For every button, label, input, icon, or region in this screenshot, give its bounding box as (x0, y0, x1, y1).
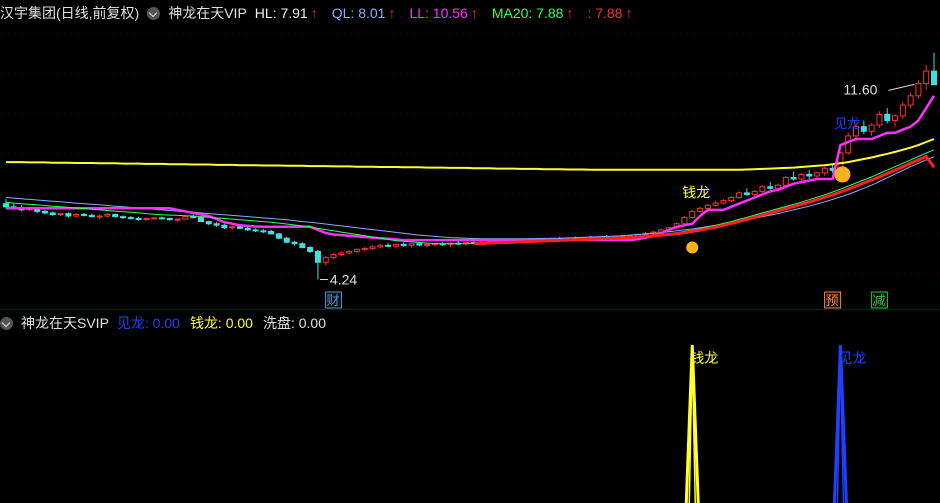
signal-label-qianlong: 钱龙 (682, 186, 710, 202)
candle-body (923, 70, 930, 84)
candle-body (275, 233, 282, 239)
chart-canvas[interactable]: 11.604.24财预减钱龙见龙钱龙 见龙 (0, 0, 940, 503)
spike-label-1: 见龙 (838, 351, 866, 367)
candle-body (283, 237, 290, 243)
candle-body (751, 190, 758, 195)
candle-body (736, 192, 743, 199)
candle-body (385, 244, 392, 247)
candle-body (798, 173, 805, 180)
candle-body (88, 214, 95, 218)
candle-body (268, 230, 275, 235)
candle-body (353, 248, 360, 252)
high-price-label: 11.60 (843, 81, 877, 97)
candle-body (424, 243, 431, 246)
candle-body (845, 135, 852, 154)
candle-body (689, 210, 696, 219)
candle-body (182, 216, 189, 220)
candle-body (931, 70, 937, 86)
candle-body (790, 176, 797, 180)
candle-body (720, 200, 727, 204)
low-price-label: 4.24 (330, 272, 357, 288)
candle-body (127, 217, 134, 220)
candle-body (291, 241, 298, 245)
candle-body (190, 216, 197, 219)
candle-body (112, 213, 119, 218)
candle-body (759, 186, 766, 192)
candle-body (96, 215, 103, 218)
candle-body (41, 210, 48, 214)
candle-body (346, 250, 353, 254)
candle-body (49, 212, 56, 215)
candle-body (221, 224, 228, 229)
signal-dot-qianlong (686, 241, 699, 254)
candle-body (892, 115, 899, 121)
candle-body (821, 167, 828, 174)
candle-body (236, 226, 243, 229)
signal-label-jianlong: 见龙 (834, 117, 860, 132)
candle-body (782, 176, 789, 186)
candle-body (213, 223, 220, 226)
signal-label: 财 (327, 294, 340, 309)
candle-body (307, 246, 314, 252)
candle-body (408, 243, 415, 246)
candle-body (743, 192, 750, 195)
candle-body (884, 113, 891, 121)
candle-body (876, 113, 883, 126)
candle-body (915, 82, 922, 97)
signal-label: 预 (826, 294, 839, 309)
candle-body (197, 217, 204, 223)
candle-body (3, 203, 9, 208)
candle-body (322, 257, 329, 263)
candle-body (369, 246, 376, 249)
candle-body (299, 243, 306, 248)
candle-body (330, 254, 337, 259)
candle-body (57, 213, 64, 216)
candle-body (314, 250, 321, 263)
candle-body (104, 213, 111, 217)
candle-body (205, 221, 212, 225)
candle-body (135, 217, 142, 220)
candle-body (868, 124, 875, 132)
candle-body (260, 230, 267, 233)
candle-body (806, 173, 813, 177)
candle-body (244, 227, 251, 231)
spike-label-0: 钱龙 (690, 351, 718, 367)
candle-body (728, 197, 735, 202)
candle-body (338, 252, 345, 256)
candle-body (361, 247, 368, 250)
candle-body (400, 243, 407, 246)
candle-body (158, 217, 165, 220)
candle-body (697, 207, 704, 212)
candle-body (767, 186, 774, 189)
candle-body (151, 217, 158, 220)
candle-body (392, 243, 399, 247)
candle-body (229, 226, 236, 229)
candle-body (65, 213, 72, 217)
series-line-QL (5, 156, 935, 240)
candle-body (814, 172, 821, 177)
candle-body (907, 95, 914, 106)
candle-body (166, 217, 173, 221)
signal-label: 减 (872, 294, 885, 309)
candle-body (899, 104, 906, 117)
high-pointer (888, 83, 915, 91)
candle-body (80, 213, 87, 216)
candle-body (119, 216, 126, 219)
candle-body (143, 217, 150, 220)
candle-body (704, 204, 711, 209)
candle-body (681, 217, 688, 225)
candle-body (416, 243, 423, 246)
candle-body (860, 126, 867, 132)
candle-body (377, 244, 384, 248)
signal-dot-jianlong (834, 166, 851, 183)
candle-body (73, 213, 80, 217)
candle-body (174, 218, 181, 221)
candle-body (252, 229, 259, 232)
candle-body (712, 202, 719, 206)
